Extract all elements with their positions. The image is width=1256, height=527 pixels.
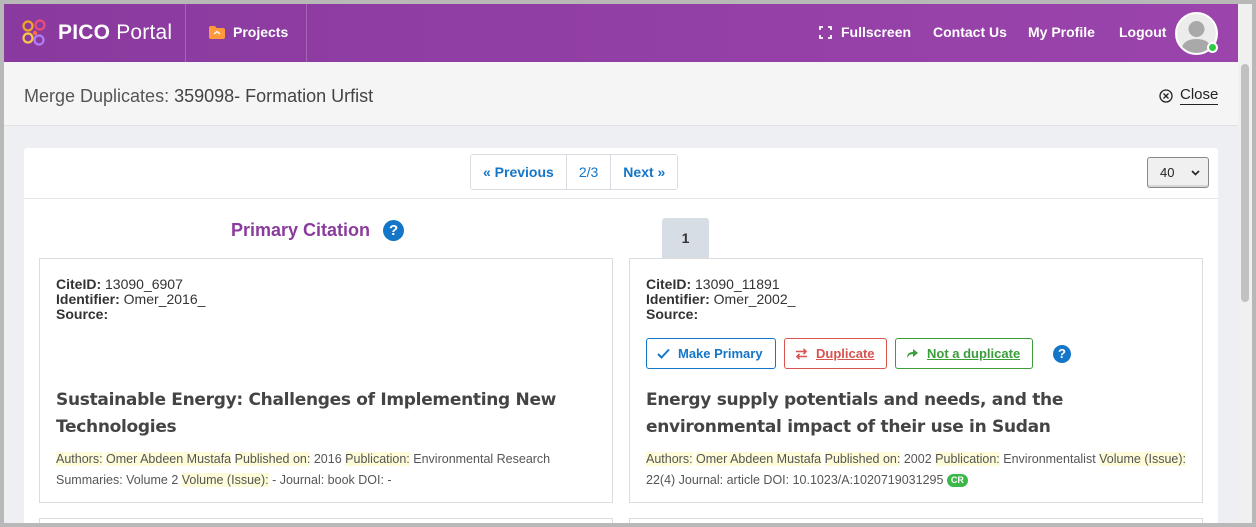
close-circle-icon: [1159, 88, 1173, 103]
cite-id-label: CiteID:: [56, 276, 102, 292]
cite-id-value: 13090_11891: [695, 276, 780, 292]
not-duplicate-label: Not a duplicate: [927, 346, 1021, 361]
close-button[interactable]: Close: [1159, 86, 1219, 105]
nav-my-profile[interactable]: My Profile: [1028, 24, 1095, 40]
volume-value: 22(4) Journal: article DOI: 10.1023/A:10…: [646, 473, 944, 487]
nav-logout[interactable]: Logout: [1119, 24, 1166, 40]
pagination: « Previous 2/3 Next »: [470, 154, 679, 190]
publication-label: Publication:: [935, 452, 1000, 466]
published-value: 2016: [313, 452, 342, 466]
candidate-citation-box: CiteID: 13090_11891 Identifier: Omer_200…: [629, 258, 1203, 503]
nav-fullscreen[interactable]: Fullscreen: [819, 24, 911, 40]
pico-logo-icon: [22, 19, 46, 46]
identifier-label: Identifier:: [646, 291, 710, 307]
primary-heading-label: Primary Citation: [231, 220, 371, 240]
page-header: Merge Duplicates: 359098- Formation Urfi…: [4, 62, 1238, 126]
next-citation-box: [39, 518, 613, 523]
merge-card: « Previous 2/3 Next » 40 Primary Citatio…: [24, 148, 1218, 523]
swap-icon: [795, 347, 808, 360]
identifier-value: Omer_2002_: [713, 291, 796, 307]
online-status-indicator: [1207, 42, 1218, 53]
candidate-actions: Make Primary Duplicate Not a duplicate ?: [646, 338, 1071, 369]
nav-profile-label: My Profile: [1028, 24, 1095, 40]
page-counter: 2/3: [565, 155, 612, 189]
nav-contact-us[interactable]: Contact Us: [933, 24, 1007, 40]
citation-title: Sustainable Energy: Challenges of Implem…: [56, 390, 557, 437]
citation-details: Authors: Omer Abdeen Mustafa Published o…: [56, 449, 601, 491]
check-icon: [657, 348, 670, 359]
help-icon[interactable]: ?: [383, 220, 405, 241]
source-label: Source:: [56, 306, 109, 322]
previous-label: « Previous: [483, 164, 554, 180]
nav-projects-label: Projects: [233, 24, 289, 40]
citation-details: Authors: Omer Abdeen Mustafa Published o…: [646, 449, 1191, 491]
chevron-down-icon: [1191, 169, 1200, 176]
published-label: Published on:: [824, 452, 901, 466]
volume-label: Volume (Issue):: [181, 473, 269, 487]
page-counter-label: 2/3: [578, 164, 599, 180]
citation-title: Energy supply potentials and needs, and …: [646, 390, 1064, 437]
share-arrow-icon: [907, 349, 918, 358]
identifier-value: Omer_2016_: [123, 291, 206, 307]
nav-contact-label: Contact Us: [933, 24, 1007, 40]
next-button[interactable]: Next »: [611, 155, 677, 189]
app-logo[interactable]: PICO Portal: [18, 16, 172, 50]
app-window: PICO Portal Projects Fullscreen Contact …: [4, 4, 1238, 523]
publication-value: Environmentalist: [1003, 452, 1096, 466]
top-navbar: PICO Portal Projects Fullscreen Contact …: [4, 4, 1238, 62]
make-primary-label: Make Primary: [678, 346, 763, 361]
tab-candidate-1[interactable]: 1: [662, 218, 709, 258]
primary-citation-heading: Primary Citation ?: [231, 220, 405, 241]
not-duplicate-button[interactable]: Not a duplicate: [895, 338, 1033, 369]
cite-id-value: 13090_6907: [105, 276, 183, 292]
card-divider: [24, 198, 1218, 199]
fullscreen-icon: [819, 25, 832, 39]
next-label: Next »: [623, 164, 666, 180]
help-icon[interactable]: ?: [1053, 344, 1071, 363]
logo-text: PICO Portal: [58, 21, 173, 44]
source-label: Source:: [646, 306, 699, 322]
folder-icon: [209, 25, 225, 39]
page-title-prefix: Merge Duplicates:: [24, 86, 175, 106]
nav-logout-label: Logout: [1119, 24, 1167, 40]
crossref-badge[interactable]: CR: [946, 474, 968, 488]
authors-value: Omer Abdeen Mustafa: [696, 452, 822, 466]
next-citation-box: [629, 518, 1203, 523]
page-title: Merge Duplicates: 359098- Formation Urfi…: [24, 86, 373, 107]
volume-value: - Journal: book DOI: -: [272, 473, 392, 487]
close-label: Close: [1180, 86, 1219, 105]
authors-label: Authors:: [646, 452, 693, 466]
nav-divider: [306, 4, 307, 62]
page-size-value: 40: [1160, 165, 1175, 180]
nav-projects[interactable]: Projects: [209, 24, 288, 40]
nav-divider: [185, 4, 186, 62]
citation-meta: CiteID: 13090_6907 Identifier: Omer_2016…: [56, 277, 205, 322]
nav-fullscreen-label: Fullscreen: [841, 24, 912, 40]
authors-label: Authors:: [56, 452, 103, 466]
tab-label: 1: [681, 230, 690, 246]
published-value: 2002: [903, 452, 932, 466]
authors-value: Omer Abdeen Mustafa: [106, 452, 232, 466]
citation-meta: CiteID: 13090_11891 Identifier: Omer_200…: [646, 277, 795, 322]
published-label: Published on:: [234, 452, 311, 466]
cite-id-label: CiteID:: [646, 276, 692, 292]
primary-citation-box: CiteID: 13090_6907 Identifier: Omer_2016…: [39, 258, 613, 503]
scrollbar-thumb[interactable]: [1241, 64, 1249, 302]
page-size-select[interactable]: 40: [1147, 157, 1209, 188]
volume-label: Volume (Issue):: [1099, 452, 1186, 466]
duplicate-label: Duplicate: [816, 346, 875, 361]
previous-button[interactable]: « Previous: [471, 155, 566, 189]
page-title-project: 359098- Formation Urfist: [174, 86, 374, 106]
make-primary-button[interactable]: Make Primary: [646, 338, 776, 369]
page-scrollbar[interactable]: [1238, 4, 1252, 523]
identifier-label: Identifier:: [56, 291, 120, 307]
publication-label: Publication:: [345, 452, 410, 466]
duplicate-button[interactable]: Duplicate: [784, 338, 887, 369]
